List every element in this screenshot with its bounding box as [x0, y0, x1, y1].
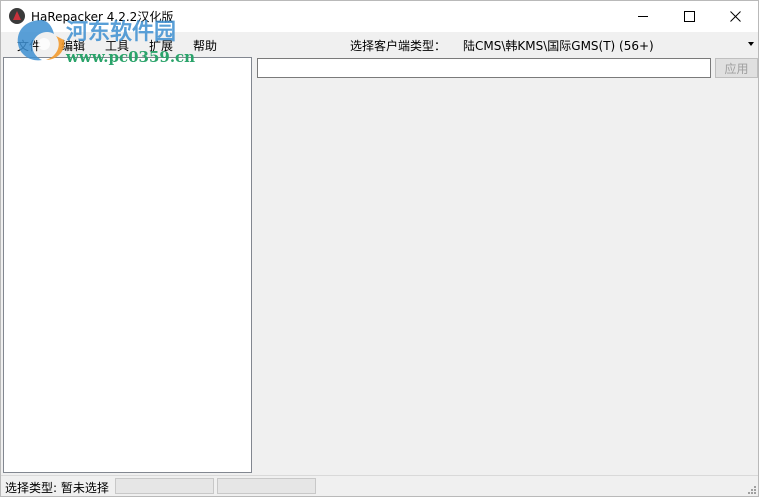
status-progress-2 [217, 478, 316, 494]
menu-file[interactable]: 文件 [17, 37, 41, 54]
maximize-icon [683, 10, 695, 22]
client-type-select[interactable]: 陆CMS\韩KMS\国际GMS(T) (56+) [460, 35, 757, 54]
status-progress-1 [115, 478, 214, 494]
status-bar: 选择类型: 暂未选择 [1, 475, 758, 496]
minimize-icon [638, 16, 648, 17]
status-text: 选择类型: 暂未选择 [5, 481, 109, 495]
resize-grip-icon[interactable] [746, 484, 756, 494]
file-tree-panel[interactable] [3, 57, 252, 473]
close-button[interactable] [712, 1, 758, 31]
client-type-label: 选择客户端类型： [350, 39, 447, 53]
menu-help[interactable]: 帮助 [193, 37, 217, 54]
apply-button[interactable]: 应用 [715, 58, 758, 78]
dropdown-arrow-icon [748, 42, 754, 46]
close-icon [729, 10, 741, 22]
app-icon[interactable] [9, 8, 25, 24]
minimize-button[interactable] [620, 1, 666, 31]
maximize-button[interactable] [666, 1, 712, 31]
app-window: HaRepacker 4.2.2汉化版 文件 编辑 工具 扩展 帮助 选择客户端… [0, 0, 759, 497]
search-input[interactable] [257, 58, 711, 78]
watermark-url: www.pc0359.cn [66, 48, 196, 66]
watermark-brand: 河东软件园 [66, 19, 177, 45]
client-type-value: 陆CMS\韩KMS\国际GMS(T) (56+) [463, 39, 654, 53]
panel-splitter[interactable] [252, 57, 256, 473]
